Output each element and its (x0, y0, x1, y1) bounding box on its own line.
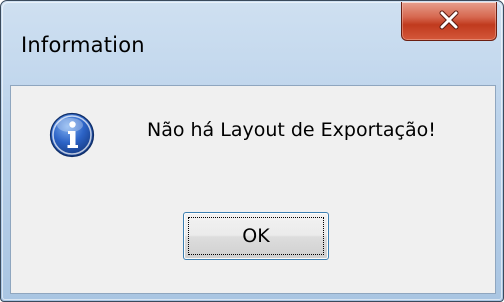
dialog-window: Information Não há Layout de Exportação!… (0, 0, 504, 302)
close-button[interactable] (401, 2, 497, 41)
dialog-body: Não há Layout de Exportação! OK (10, 85, 496, 294)
dialog-message: Não há Layout de Exportação! (147, 119, 436, 141)
title-bar[interactable]: Information (1, 1, 503, 83)
ok-button[interactable]: OK (183, 212, 329, 260)
ok-button-label: OK (242, 225, 270, 247)
close-icon (439, 10, 459, 30)
info-icon (49, 112, 95, 158)
dialog-title: Information (21, 33, 145, 57)
